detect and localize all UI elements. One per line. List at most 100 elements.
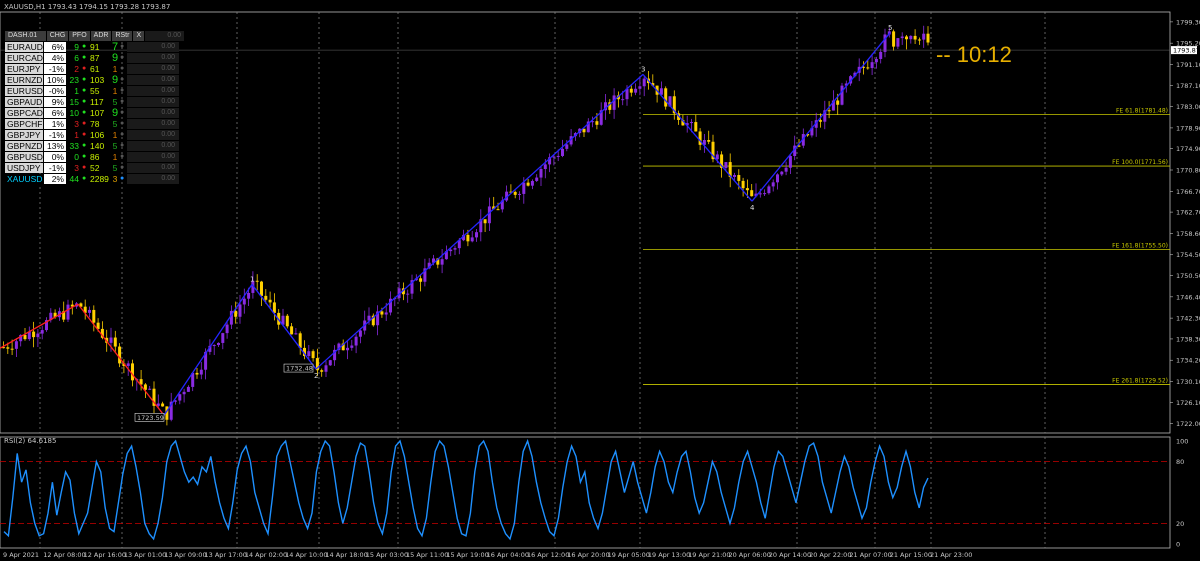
- dashboard-row[interactable]: USDJPY -1% 3 ● 52 5 ● 0.00: [5, 162, 185, 173]
- symbol-label[interactable]: GBPNZD: [5, 140, 43, 151]
- y-tick-label: 1722.00: [1176, 420, 1200, 428]
- symbol-label[interactable]: GBPJPY: [5, 129, 43, 140]
- adr-value: 107: [90, 107, 105, 118]
- y-tick-label: 1783.00: [1176, 103, 1200, 111]
- candle-body: [870, 62, 874, 69]
- adr-value: 55: [90, 85, 100, 96]
- close-icon[interactable]: X: [133, 30, 145, 41]
- candle-body: [221, 333, 225, 343]
- candle-body: [23, 334, 27, 340]
- symbol-info-text: XAUUSD,H1 1793.43 1794.15 1793.28 1793.8…: [4, 3, 170, 11]
- symbol-label[interactable]: USDJPY: [5, 162, 43, 173]
- candle-body: [225, 324, 229, 334]
- x-tick-label: 21 Apr 23:00: [930, 551, 972, 559]
- candle-body: [406, 293, 410, 295]
- candle-body: [354, 336, 358, 346]
- candle-body: [36, 333, 40, 338]
- candle-body: [14, 341, 18, 349]
- col-rstr[interactable]: RStr: [112, 30, 133, 41]
- y-tick-label: 1730.10: [1176, 378, 1200, 386]
- pfo-value: 10: [69, 107, 79, 118]
- gray-dot-icon: ●: [120, 131, 125, 138]
- zigzag-segment: [77, 303, 165, 416]
- symbol-label[interactable]: EURAUD: [5, 41, 43, 52]
- candle-body: [788, 155, 792, 168]
- symbol-label[interactable]: GBPCAD: [5, 107, 43, 118]
- symbol-label[interactable]: GBPCHF: [5, 118, 43, 129]
- row-value: 0.00: [127, 52, 179, 63]
- y-tick-label: 1774.90: [1176, 145, 1200, 153]
- y-tick-label: 1762.70: [1176, 209, 1200, 217]
- candle-body: [66, 304, 70, 320]
- symbol-label[interactable]: XAUUSD: [5, 173, 43, 184]
- dashboard-row[interactable]: EURNZD 10% 23 ● 103 9 ● 0.00: [5, 73, 185, 86]
- y-tick-label: 1750.50: [1176, 272, 1200, 280]
- row-value: 0.00: [127, 118, 179, 129]
- rstr-value: 5: [112, 96, 118, 107]
- candle-body: [819, 120, 822, 122]
- dashboard-row[interactable]: EURAUD 6% 9 ● 91 7 ● 0.00: [5, 41, 185, 53]
- symbol-label[interactable]: EURNZD: [5, 74, 43, 85]
- dashboard-row[interactable]: EURJPY -1% 2 ● 61 1 ● 0.00: [5, 63, 185, 74]
- col-adr[interactable]: ADR: [90, 30, 112, 41]
- dashboard-row[interactable]: GBPJPY -1% 1 ● 106 1 ● 0.00: [5, 129, 185, 140]
- y-tick-label: 1799.30: [1176, 18, 1200, 26]
- symbol-label[interactable]: GBPAUD: [5, 96, 43, 107]
- y-tick-label: 1726.10: [1176, 399, 1200, 407]
- candle-body: [840, 85, 844, 105]
- col-chg[interactable]: CHG: [46, 30, 69, 41]
- dashboard-row[interactable]: GBPAUD 9% 15 ● 117 5 ● 0.00: [5, 96, 185, 107]
- candle-body: [328, 360, 332, 366]
- rstr-value: 9: [111, 73, 119, 86]
- price-label: 1732.48: [286, 365, 313, 373]
- x-tick-label: 20 Apr 22:00: [809, 551, 851, 559]
- zigzag-segment: [163, 283, 253, 416]
- candle-body: [767, 186, 771, 194]
- dashboard-row[interactable]: GBPCAD 6% 10 ● 107 9 ● 0.00: [5, 107, 185, 119]
- candle-body: [10, 348, 14, 350]
- gray-dot-icon: ●: [120, 43, 125, 50]
- x-tick-label: 19 Apr 21:00: [688, 551, 730, 559]
- adr-value: 103: [90, 74, 105, 85]
- y-tick-label: 1754.50: [1176, 251, 1200, 259]
- fib-label: FE 261.8(1729.52): [1112, 378, 1168, 385]
- adr-value: 91: [90, 41, 100, 52]
- symbol-label[interactable]: EURCAD: [5, 52, 43, 63]
- candle-body: [892, 31, 896, 47]
- rstr-value: 1: [112, 63, 118, 74]
- dashboard-row[interactable]: GBPUSD 0% 0 ● 86 1 ● 0.00: [5, 151, 185, 162]
- candle-body: [182, 391, 186, 395]
- candle-body: [634, 88, 638, 93]
- candle-body: [217, 342, 220, 346]
- zigzag-segment: [751, 32, 891, 202]
- row-value: 0.00: [127, 151, 179, 162]
- symbol-label[interactable]: EURJPY: [5, 63, 43, 74]
- gray-dot-icon: ●: [120, 142, 125, 149]
- x-tick-label: 20 Apr 14:00: [769, 551, 811, 559]
- pfo-value: 44: [69, 173, 79, 184]
- dashboard-row[interactable]: EURCAD 4% 6 ● 87 9 ● 0.00: [5, 52, 185, 64]
- candle-body: [535, 177, 539, 181]
- candle-body: [161, 403, 165, 407]
- col-pfo[interactable]: PFO: [69, 30, 90, 41]
- adr-value: 61: [90, 63, 100, 74]
- x-tick-label: 20 Apr 06:00: [728, 551, 770, 559]
- candle-body: [118, 346, 122, 364]
- rstr-value: 5: [112, 162, 118, 173]
- rstr-value: 5: [112, 140, 118, 151]
- chg-value: -1%: [44, 162, 66, 173]
- dashboard-row[interactable]: EURUSD -0% 1 ● 55 1 ● 0.00: [5, 85, 185, 96]
- candle-body: [199, 369, 203, 375]
- dashboard-row[interactable]: GBPCHF 1% 3 ● 78 5 ● 0.00: [5, 118, 185, 129]
- dashboard-row[interactable]: XAUUSD 2% 44 ● 2289 3 ● 0.00: [5, 173, 185, 184]
- x-tick-label: 14 Apr 10:00: [285, 551, 327, 559]
- candle-body: [186, 386, 190, 392]
- candle-body: [642, 78, 646, 87]
- candle-body: [513, 191, 517, 195]
- dashboard-row[interactable]: GBPNZD 13% 33 ● 140 5 ● 0.00: [5, 140, 185, 151]
- candle-body: [156, 403, 160, 406]
- symbol-label[interactable]: EURUSD: [5, 85, 43, 96]
- candle-body: [126, 363, 130, 366]
- symbol-label[interactable]: GBPUSD: [5, 151, 43, 162]
- x-tick-label: 9 Apr 2021: [3, 551, 39, 559]
